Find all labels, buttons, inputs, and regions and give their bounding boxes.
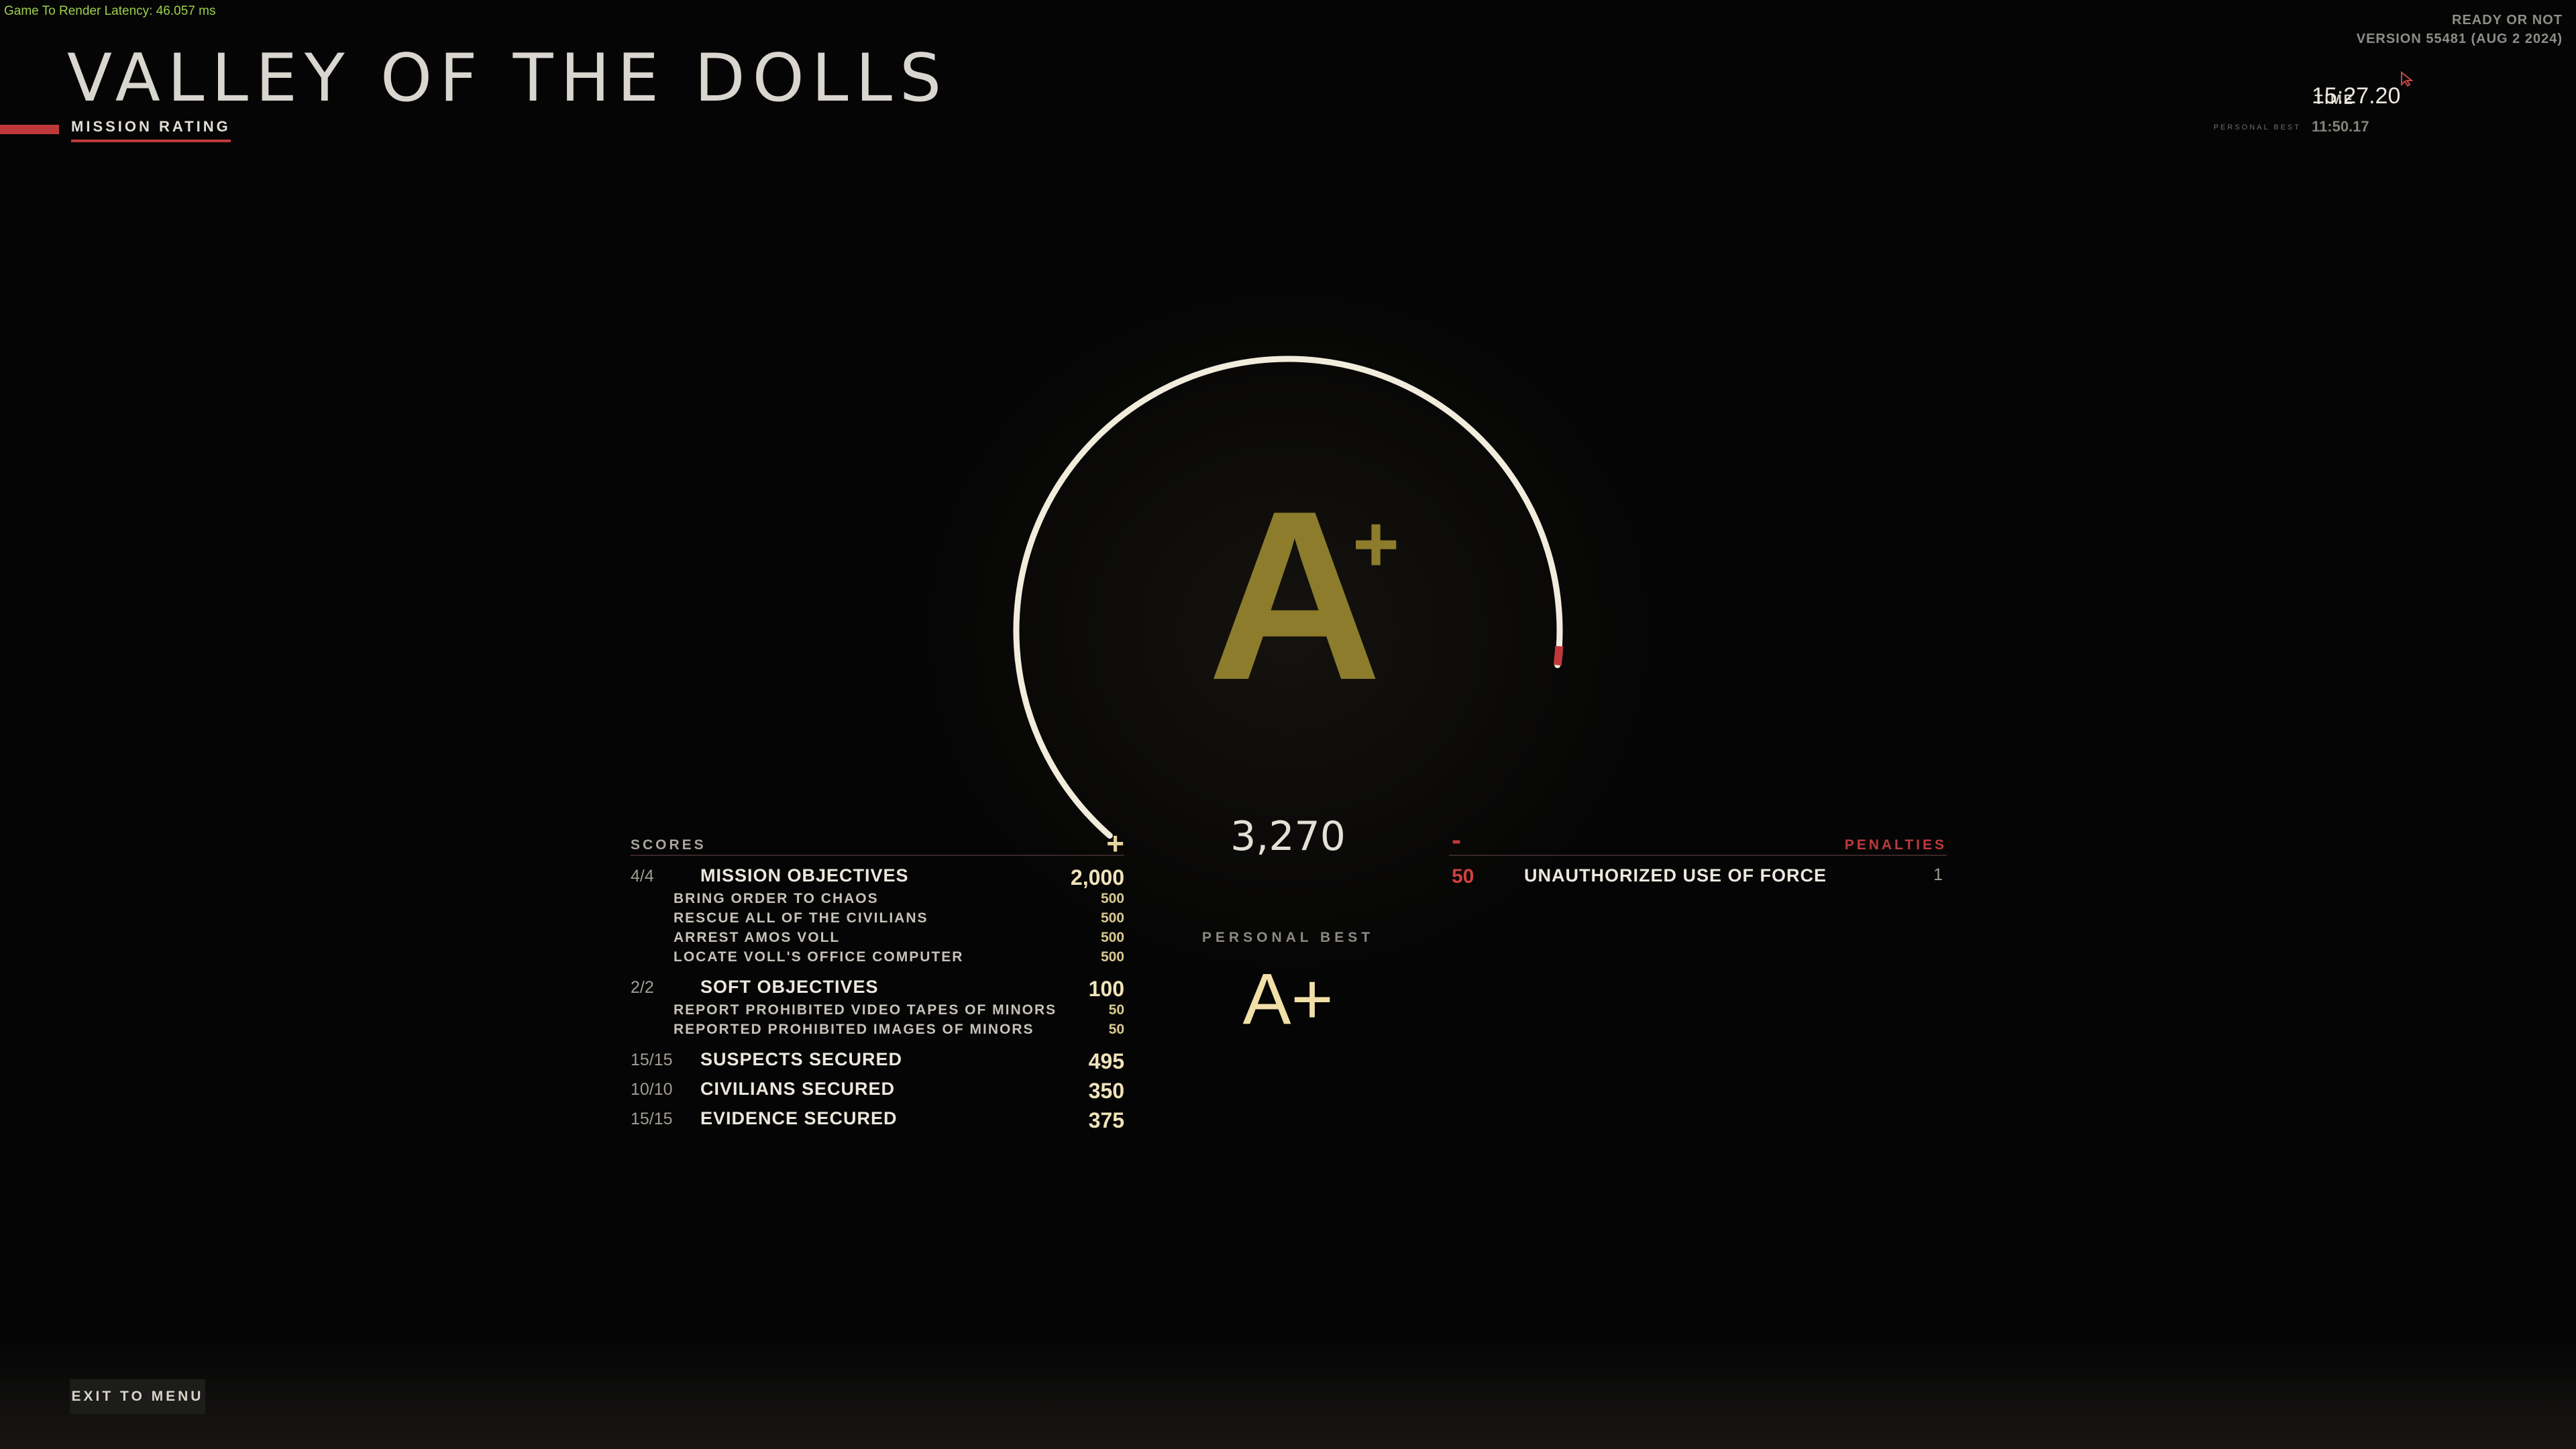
score-subitem: REPORTED PROHIBITED IMAGES OF MINORS 50 [631, 1020, 1124, 1040]
penalty-row: 50 UNAUTHORIZED USE OF FORCE 1 [1449, 860, 1947, 890]
subitem-points: 50 [1108, 1022, 1124, 1037]
score-name: CIVILIANS SECURED [700, 1079, 896, 1099]
score-points: 495 [1088, 1049, 1124, 1073]
subitem-name: ARREST AMOS VOLL [674, 930, 841, 945]
background-floor-gradient [0, 1342, 2576, 1449]
penalties-panel: - PENALTIES 50 UNAUTHORIZED USE OF FORCE 1 [1449, 824, 1947, 890]
penalty-count: 1 [1933, 865, 1943, 884]
score-subitem: REPORT PROHIBITED VIDEO TAPES OF MINORS 5… [631, 1001, 1124, 1020]
game-name: READY OR NOT [2452, 13, 2563, 28]
build-info: READY OR NOT VERSION 55481 (AUG 2 2024) [2357, 11, 2563, 48]
score-name: MISSION OBJECTIVES [700, 865, 909, 885]
scores-header: SCORES + [631, 826, 1124, 861]
score-count: 10/10 [631, 1080, 673, 1099]
minus-icon: - [1452, 824, 1461, 855]
exit-to-menu-button[interactable]: EXIT TO MENU [70, 1379, 205, 1414]
personal-best-label: PERSONAL BEST [1201, 930, 1375, 945]
score-points: 350 [1088, 1079, 1124, 1103]
score-count: 15/15 [631, 1110, 673, 1128]
score-count: 15/15 [631, 1051, 673, 1069]
score-row: 15/15 SUSPECTS SECURED 495 [631, 1044, 1124, 1073]
subitem-name: REPORT PROHIBITED VIDEO TAPES OF MINORS [674, 1002, 1057, 1018]
score-points: 100 [1088, 977, 1124, 1001]
score-points: 2,000 [1070, 865, 1124, 890]
score-count: 4/4 [631, 867, 654, 885]
penalty-points: 50 [1452, 865, 1474, 888]
tab-accent-bar [0, 125, 59, 134]
score-name: SUSPECTS SECURED [700, 1049, 903, 1069]
penalty-name: UNAUTHORIZED USE OF FORCE [1524, 865, 1827, 885]
score-row: 2/2 SOFT OBJECTIVES 100 [631, 971, 1124, 1001]
personal-best-grade: A+ [1242, 958, 1334, 1039]
time-value: 15:27.20 [2312, 83, 2401, 109]
subitem-name: BRING ORDER TO CHAOS [674, 891, 879, 906]
tab-mission-rating[interactable]: MISSION RATING [71, 118, 231, 142]
penalties-title: PENALTIES [1844, 837, 1947, 853]
mission-title: VALLEY OF THE DOLLS [67, 40, 949, 117]
latency-overlay: Game To Render Latency: 46.057 ms [4, 4, 216, 18]
rating-grade-modifier: + [1352, 499, 1400, 589]
score-name: EVIDENCE SECURED [700, 1108, 898, 1128]
version-label: VERSION 55481 (AUG 2 2024) [2356, 32, 2563, 46]
score-subitem: LOCATE VOLL'S OFFICE COMPUTER 500 [631, 948, 1124, 967]
subitem-points: 50 [1108, 1002, 1124, 1018]
time-personal-best-label: PERSONAL BEST [2213, 123, 2301, 131]
score-row: 4/4 MISSION OBJECTIVES 2,000 [631, 860, 1124, 890]
score-subitem: RESCUE ALL OF THE CIVILIANS 500 [631, 909, 1124, 928]
subitem-points: 500 [1100, 930, 1124, 945]
subitem-name: REPORTED PROHIBITED IMAGES OF MINORS [674, 1022, 1034, 1037]
score-row: 15/15 EVIDENCE SECURED 375 [631, 1103, 1124, 1132]
total-score: 3,270 [1230, 813, 1346, 860]
score-subitem: ARREST AMOS VOLL 500 [631, 928, 1124, 948]
subitem-points: 500 [1100, 891, 1124, 906]
plus-icon: + [1106, 826, 1124, 861]
mouse-cursor-icon [2401, 71, 2414, 87]
score-subitem: BRING ORDER TO CHAOS 500 [631, 890, 1124, 909]
scores-title: SCORES [631, 837, 706, 853]
scores-panel: SCORES + 4/4 MISSION OBJECTIVES 2,000 BRING… [631, 826, 1124, 1132]
subitem-name: LOCATE VOLL'S OFFICE COMPUTER [674, 949, 964, 965]
score-points: 375 [1088, 1108, 1124, 1132]
scores-list: 4/4 MISSION OBJECTIVES 2,000 BRING ORDER TO… [631, 860, 1124, 1132]
penalties-header: - PENALTIES [1449, 824, 1947, 856]
subitem-points: 500 [1100, 949, 1124, 965]
score-name: SOFT OBJECTIVES [700, 977, 879, 997]
time-personal-best-value: 11:50.17 [2312, 118, 2369, 135]
subitem-points: 500 [1100, 910, 1124, 926]
rating-dial-end-marker [1553, 645, 1564, 666]
score-count: 2/2 [631, 978, 654, 997]
score-row: 10/10 CIVILIANS SECURED 350 [631, 1073, 1124, 1103]
subitem-name: RESCUE ALL OF THE CIVILIANS [674, 910, 928, 926]
penalties-list: 50 UNAUTHORIZED USE OF FORCE 1 [1449, 860, 1947, 890]
